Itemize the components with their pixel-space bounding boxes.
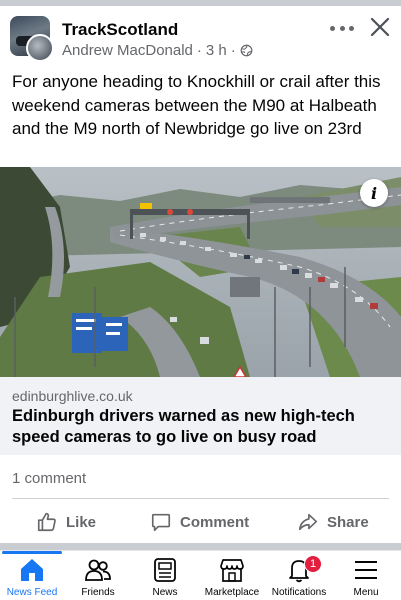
action-bar: Like Comment Share	[0, 505, 401, 539]
page-name[interactable]: TrackScotland	[62, 20, 178, 40]
top-separator	[0, 0, 401, 6]
post-time[interactable]: 3 h	[206, 42, 227, 59]
nav-friends-label: Friends	[81, 587, 115, 598]
nav-news[interactable]: News	[130, 557, 200, 600]
nav-menu[interactable]: Menu	[331, 557, 401, 600]
home-icon	[21, 559, 43, 581]
globe-icon	[240, 44, 253, 57]
link-preview-meta[interactable]: edinburghlive.co.uk Edinburgh drivers wa…	[0, 377, 401, 455]
marketplace-icon	[220, 559, 244, 582]
info-symbol: i	[370, 183, 378, 203]
nav-news-feed-label: News Feed	[6, 587, 58, 598]
share-icon	[298, 513, 318, 531]
nav-news-label: News	[152, 587, 178, 598]
notifications-badge: 1	[304, 555, 322, 573]
friends-icon	[85, 559, 111, 581]
comment-button[interactable]: Comment	[150, 505, 249, 539]
active-tab-indicator	[2, 551, 62, 554]
comment-label: Comment	[180, 513, 250, 531]
like-icon	[37, 512, 56, 532]
comment-count[interactable]: 1 comment	[12, 470, 86, 487]
like-label: Like	[66, 513, 97, 531]
nav-news-feed[interactable]: News Feed	[0, 557, 67, 600]
motorway-photo	[0, 167, 401, 377]
link-preview-image[interactable]	[0, 167, 401, 377]
post-meta: Andrew MacDonald · 3 h ·	[62, 42, 253, 59]
meta-separator-2: ·	[230, 42, 236, 59]
nav-friends[interactable]: Friends	[63, 557, 133, 600]
nav-notifications-label: Notifications	[271, 587, 327, 598]
comment-icon	[151, 513, 171, 532]
nav-notifications[interactable]: 1 Notifications	[264, 555, 334, 600]
news-icon	[154, 558, 176, 582]
share-button[interactable]: Share	[297, 505, 369, 539]
close-icon[interactable]	[369, 16, 391, 38]
bottom-nav: News Feed Friends News Marketplace 1 Not…	[0, 550, 401, 600]
nav-marketplace[interactable]: Marketplace	[197, 557, 267, 600]
post-text: For anyone heading to Knockhill or crail…	[12, 72, 381, 138]
link-title: Edinburgh drivers warned as new high-tec…	[12, 407, 355, 446]
page-avatar[interactable]	[10, 16, 54, 62]
post-header: TrackScotland Andrew MacDonald · 3 h ·	[0, 12, 401, 62]
divider	[12, 498, 389, 499]
info-icon[interactable]: i	[360, 179, 388, 207]
like-button[interactable]: Like	[36, 505, 96, 539]
link-domain: edinburghlive.co.uk	[12, 388, 133, 404]
menu-icon	[355, 561, 377, 579]
author-name[interactable]: Andrew MacDonald	[62, 42, 193, 59]
nav-marketplace-label: Marketplace	[204, 587, 260, 598]
feed-separator	[0, 543, 401, 550]
nav-menu-label: Menu	[353, 587, 379, 598]
more-options-icon[interactable]	[330, 20, 354, 36]
meta-separator: ·	[196, 42, 202, 59]
author-avatar	[26, 34, 54, 62]
share-label: Share	[327, 513, 369, 531]
